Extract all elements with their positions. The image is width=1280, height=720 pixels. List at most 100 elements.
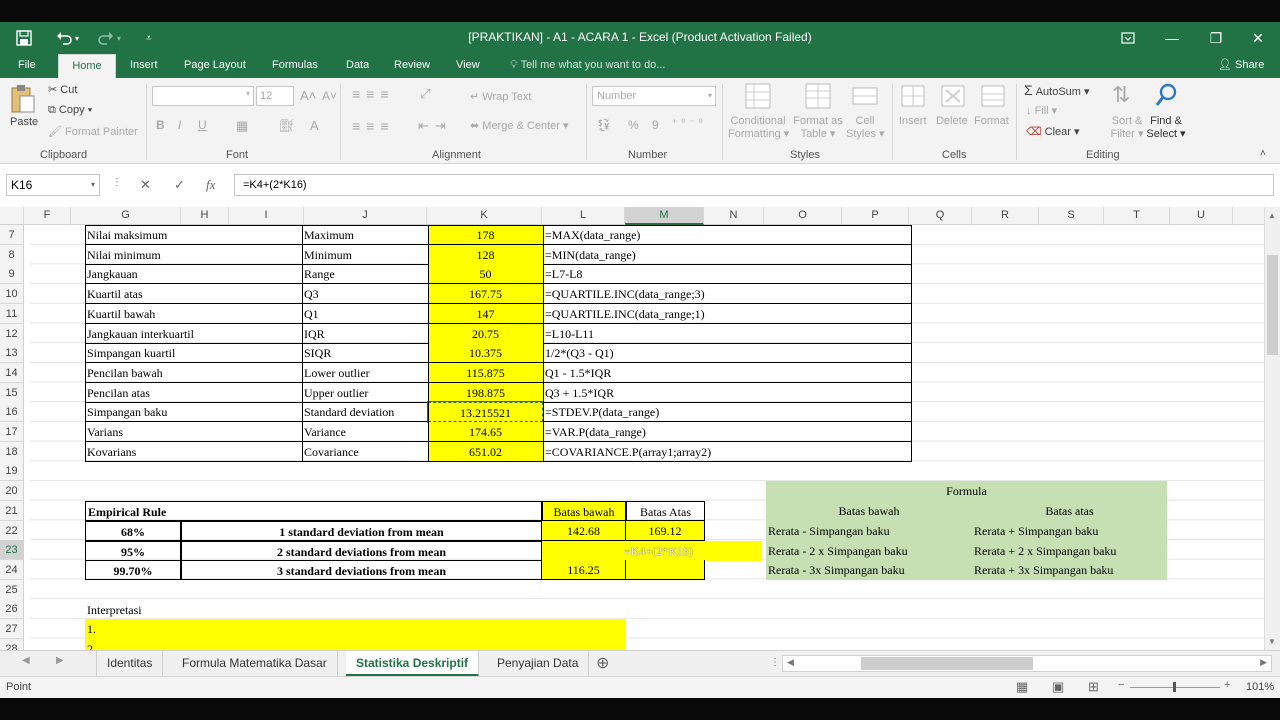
font-size-box[interactable]: 12 — [256, 86, 294, 106]
vertical-scrollbar[interactable]: ▲ ▼ — [1264, 207, 1280, 650]
stat-label-en[interactable]: Covariance — [302, 442, 428, 462]
formula-col-upper[interactable]: Batas atas — [972, 501, 1167, 521]
number-format-box[interactable]: Number ▾ — [592, 86, 716, 106]
enter-button[interactable]: ✓ — [174, 177, 185, 193]
empirical-percent[interactable]: 99.70% — [85, 560, 181, 580]
percent-button[interactable]: % — [628, 118, 639, 132]
format-as-table-icon[interactable] — [804, 82, 832, 113]
row-header[interactable]: 12 — [0, 323, 24, 344]
format-as-table-button[interactable]: Format as Table ▾ — [792, 115, 844, 140]
horizontal-scrollbar[interactable]: ◀ ▶ — [782, 655, 1272, 672]
stat-formula[interactable]: =MIN(data_range) — [543, 245, 912, 265]
insert-cells-icon[interactable] — [900, 82, 926, 113]
formula-lower-text[interactable]: Rerata - 2 x Simpangan baku — [766, 541, 972, 561]
fill-color-icon[interactable]: ⛽︎ — [278, 118, 295, 134]
row-header[interactable]: 18 — [0, 441, 24, 462]
empirical-lower[interactable]: 116.25 — [542, 560, 626, 580]
conditional-formatting-icon[interactable] — [744, 82, 772, 113]
scroll-right-icon[interactable]: ▶ — [1260, 657, 1267, 668]
cell-styles-button[interactable]: Cell Styles ▾ — [846, 115, 885, 140]
comma-button[interactable]: 9 — [652, 118, 659, 132]
stat-formula[interactable]: Q3 + 1.5*IQR — [543, 383, 912, 403]
cut-button[interactable]: ✂ Cut — [48, 83, 77, 96]
stat-value[interactable]: 198.875 — [428, 383, 543, 403]
format-cells-button[interactable]: Format — [974, 115, 1009, 127]
row-header[interactable]: 26 — [0, 599, 24, 620]
zoom-in-button[interactable]: + — [1224, 679, 1230, 691]
stat-formula[interactable]: =QUARTILE.INC(data_range;3) — [543, 284, 912, 304]
stat-label-en[interactable]: Variance — [302, 422, 428, 442]
column-header[interactable]: K — [427, 207, 542, 225]
font-name-box[interactable]: ▾ — [152, 86, 254, 106]
collapse-ribbon-icon[interactable]: ˄ — [1260, 148, 1266, 159]
empirical-percent[interactable]: 68% — [85, 521, 181, 541]
row-header[interactable]: 10 — [0, 284, 24, 305]
sheet-tab-penyajian-data[interactable]: Penyajian Data — [487, 651, 590, 677]
stat-formula[interactable]: =VAR.P(data_range) — [543, 422, 912, 442]
stat-label-id[interactable]: Nilai maksimum — [85, 225, 302, 245]
stat-formula[interactable]: =STDEV.P(data_range) — [543, 402, 912, 422]
paste-icon[interactable] — [10, 84, 36, 117]
insert-cells-button[interactable]: Insert — [899, 115, 927, 127]
row-header[interactable]: 17 — [0, 422, 24, 442]
formula-input[interactable]: =K4+(2*K16) — [234, 174, 1274, 196]
stat-label-id[interactable]: Simpangan baku — [85, 402, 302, 422]
row-header[interactable]: 25 — [0, 579, 24, 600]
stat-formula[interactable]: =MAX(data_range) — [543, 225, 912, 245]
empirical-upper[interactable]: 169.12 — [626, 521, 705, 541]
add-sheet-icon[interactable]: ⊕ — [596, 653, 609, 673]
tab-review[interactable]: Review — [384, 54, 440, 78]
formula-upper-text[interactable]: Rerata + 3x Simpangan baku — [972, 560, 1167, 580]
stat-formula[interactable]: =L10-L11 — [543, 324, 912, 344]
decimal-icons[interactable]: ⁺⁰⁻⁰ — [672, 118, 707, 129]
stat-value[interactable]: 167.75 — [428, 284, 543, 304]
next-sheet-icon[interactable]: ▶ — [56, 655, 64, 666]
currency-icon[interactable]: 💱︎ — [596, 118, 611, 132]
stat-value[interactable]: 115.875 — [428, 363, 543, 383]
cell-styles-icon[interactable] — [851, 82, 879, 113]
copy-button[interactable]: ⧉ Copy ▾ — [48, 104, 92, 117]
delete-cells-button[interactable]: Delete — [936, 115, 968, 127]
empirical-desc[interactable]: 1 standard deviation from mean — [181, 521, 542, 541]
worksheet-grid[interactable]: Nilai maksimum Maximum 178 =MAX(data_range)… — [30, 225, 1264, 650]
formula-upper-text[interactable]: Rerata + Simpangan baku — [972, 521, 1167, 541]
stat-label-id[interactable]: Kuartil atas — [85, 284, 302, 304]
vertical-scroll-thumb[interactable] — [1267, 255, 1278, 355]
tab-data[interactable]: Data — [336, 54, 379, 78]
fill-button[interactable]: ↓ Fill ▾ — [1026, 104, 1057, 117]
orientation-icon[interactable]: ⤢ — [420, 86, 430, 102]
stat-label-id[interactable]: Kuartil bawah — [85, 304, 302, 324]
column-header[interactable]: F — [24, 207, 71, 225]
stat-label-en[interactable]: Lower outlier — [302, 363, 428, 383]
stat-label-id[interactable]: Kovarians — [85, 442, 302, 462]
stat-label-id[interactable]: Varians — [85, 422, 302, 442]
column-header[interactable]: T — [1104, 207, 1170, 225]
stat-label-id[interactable]: Nilai minimum — [85, 245, 302, 265]
stat-value[interactable]: 651.02 — [428, 442, 543, 462]
tab-formulas[interactable]: Formulas — [262, 54, 328, 78]
italic-button[interactable]: I — [178, 118, 181, 132]
maximize-button[interactable]: ❐ — [1194, 22, 1238, 54]
share-button[interactable]: 👤︎ Share — [1208, 54, 1274, 78]
stat-value[interactable]: 174.65 — [428, 422, 543, 442]
page-break-view-icon[interactable]: ⊞ — [1088, 679, 1099, 695]
stat-label-en[interactable]: IQR — [302, 324, 428, 344]
column-header[interactable]: G — [71, 207, 181, 225]
empirical-upper-editing[interactable]: =K4+(2*K16) — [622, 541, 762, 561]
stat-formula[interactable]: =L7-L8 — [543, 264, 912, 284]
row-header[interactable]: 13 — [0, 343, 24, 364]
column-header[interactable]: R — [972, 207, 1039, 225]
formula-upper-text[interactable]: Rerata + 2 x Simpangan baku — [972, 541, 1167, 561]
row-header[interactable]: 20 — [0, 481, 24, 502]
stat-label-id[interactable]: Simpangan kuartil — [85, 343, 302, 363]
ribbon-display-icon[interactable] — [1106, 22, 1150, 54]
interpretasi-item-1[interactable]: 1. — [85, 619, 626, 639]
sort-filter-icon[interactable]: ⇅ — [1112, 82, 1130, 108]
empirical-upper-header[interactable]: Batas Atas — [626, 501, 705, 521]
vertical-align-icons[interactable]: ≡≡≡ — [352, 86, 395, 102]
stat-value[interactable]: 128 — [428, 245, 543, 265]
stat-label-en[interactable]: Q3 — [302, 284, 428, 304]
paste-button[interactable]: Paste — [10, 116, 38, 128]
row-header[interactable]: 19 — [0, 461, 24, 482]
column-header[interactable]: M — [625, 207, 704, 225]
